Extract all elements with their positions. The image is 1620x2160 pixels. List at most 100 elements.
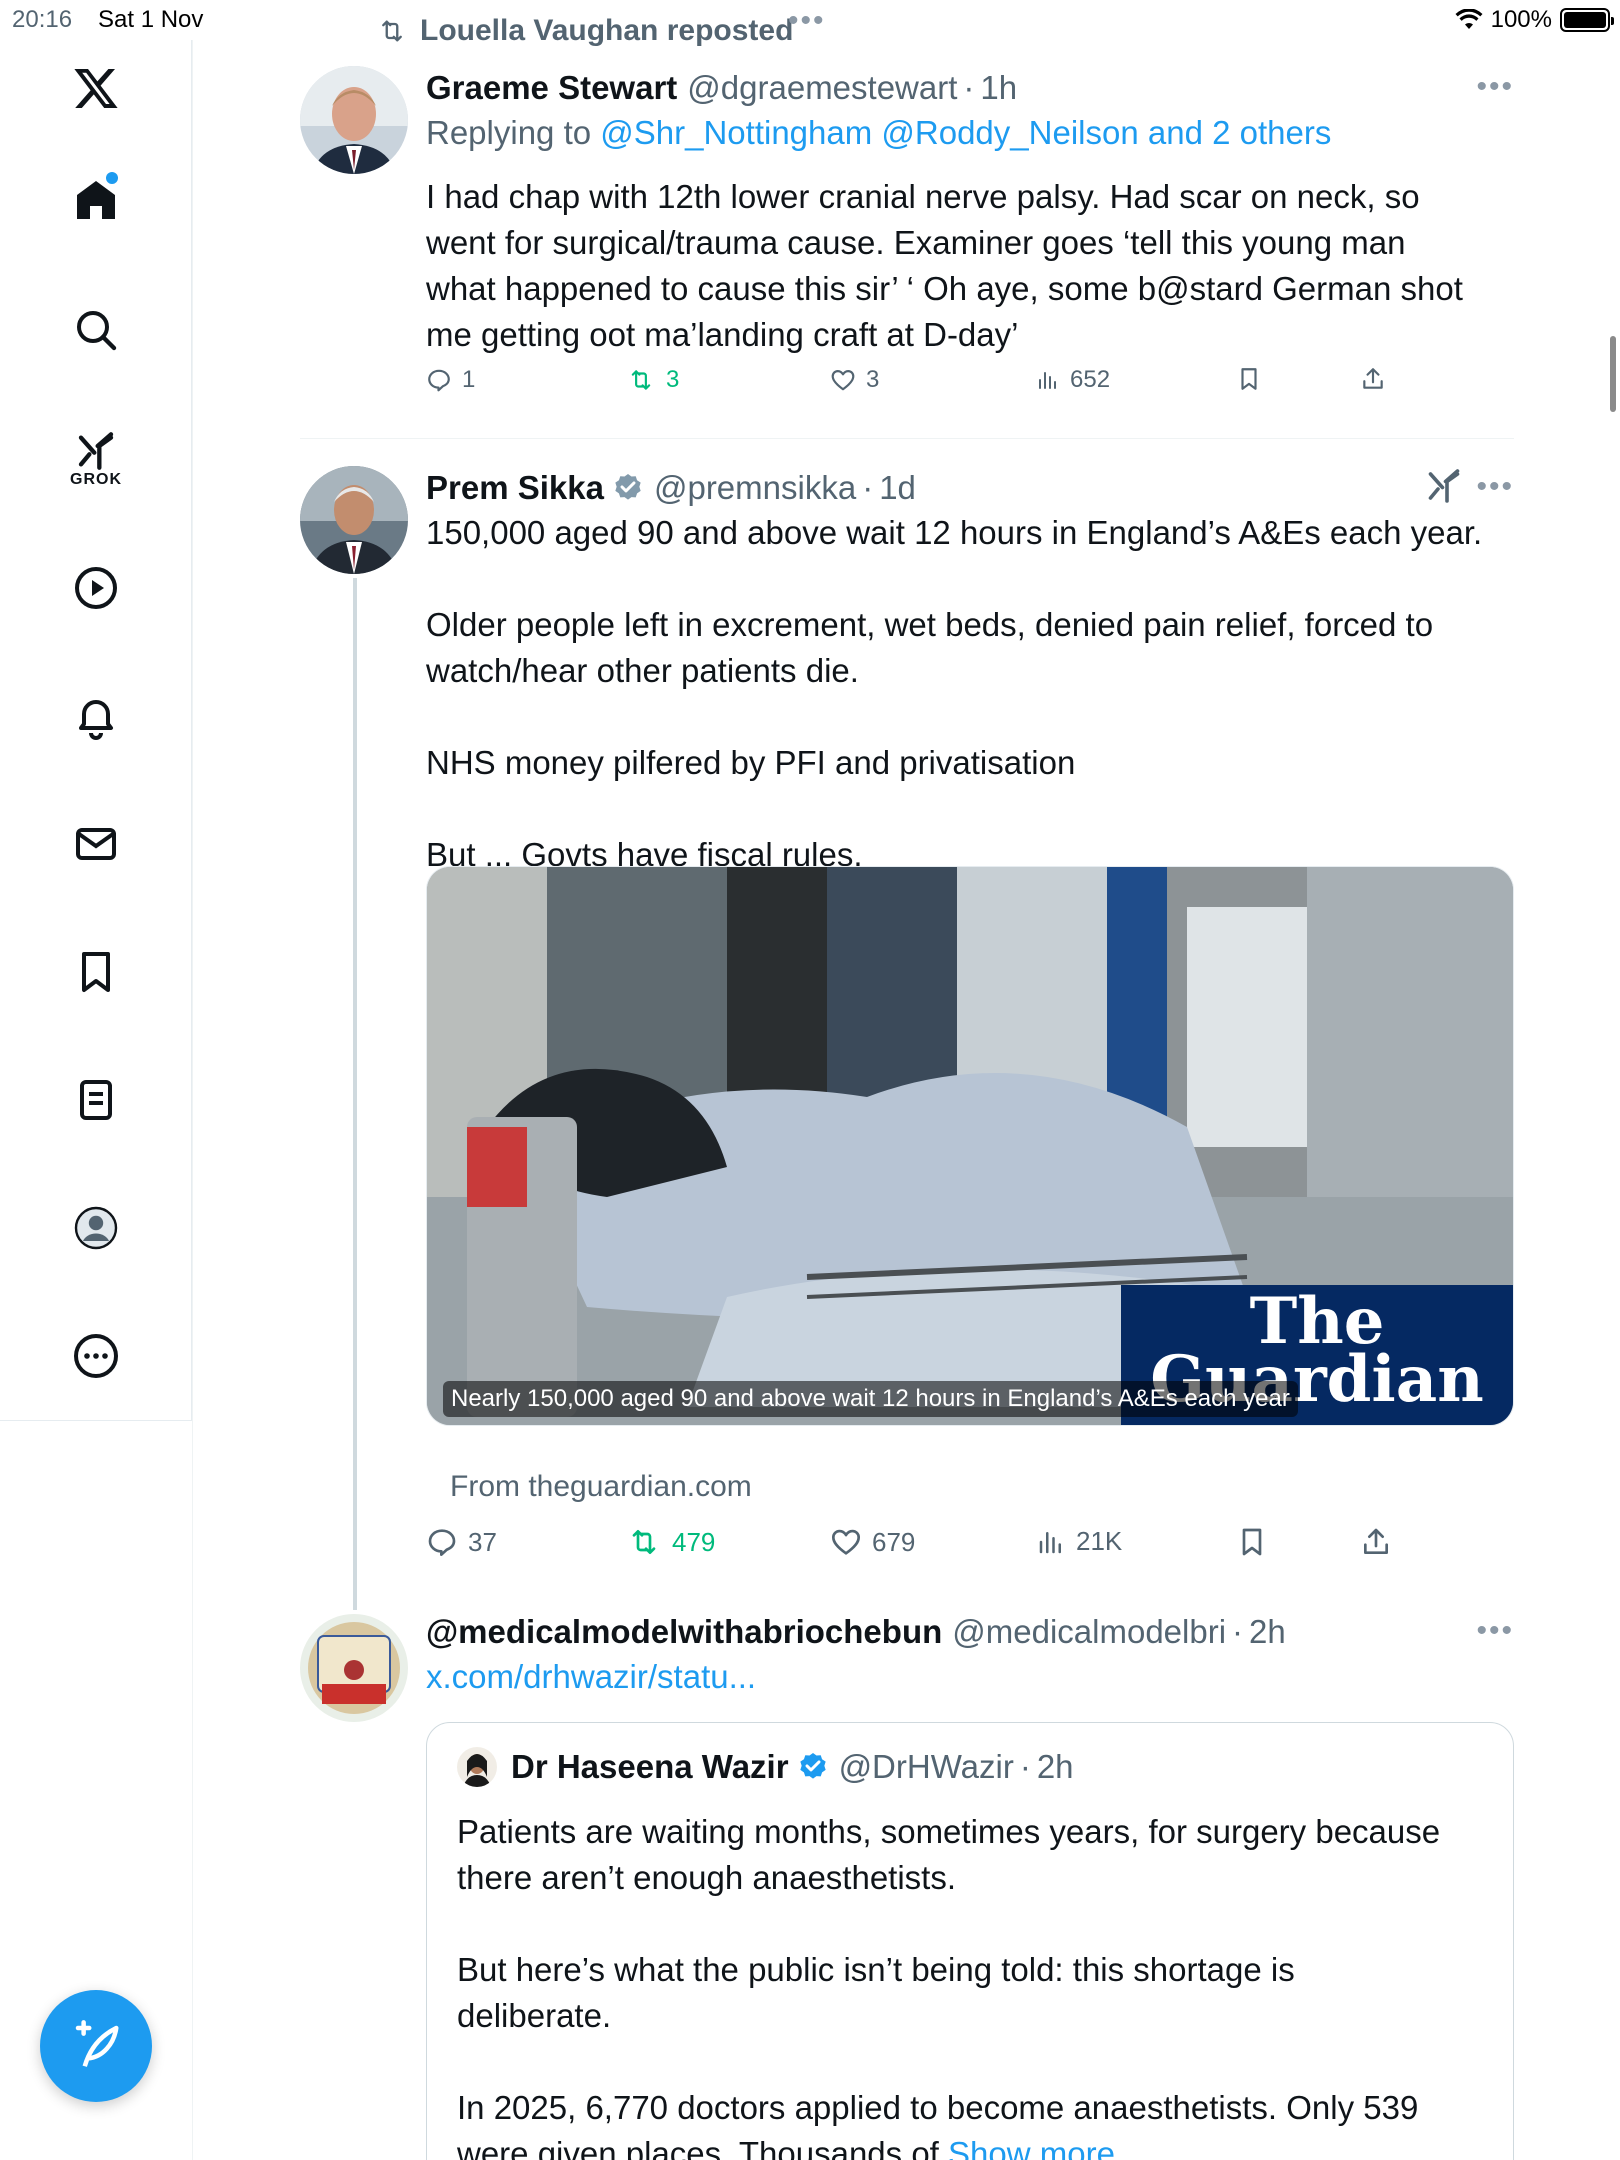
quoted-tweet-header: Dr Haseena Wazir @DrHWazir · 2h: [457, 1747, 1074, 1787]
repost-button[interactable]: 3: [626, 366, 679, 394]
tweet-link[interactable]: x.com/drhwazir/statu...: [426, 1658, 756, 1695]
author-handle[interactable]: @premnsikka: [654, 469, 856, 507]
post-time[interactable]: 2h: [1249, 1613, 1286, 1651]
quoted-tweet-body: Patients are waiting months, sometimes y…: [457, 1813, 1441, 2160]
replying-prefix: Replying to: [426, 114, 601, 151]
repost-indicator: Louella Vaughan reposted: [376, 14, 793, 48]
bookmark-icon: [1241, 368, 1257, 390]
bookmark-icon: [1242, 1528, 1262, 1556]
battery-icon: [1560, 8, 1614, 32]
reply-button[interactable]: 37: [426, 1526, 497, 1558]
post-time[interactable]: 1h: [980, 69, 1017, 107]
more-options-button[interactable]: •••: [1476, 1614, 1514, 1648]
compose-post-button[interactable]: [40, 1990, 152, 2102]
tweet-text: 150,000 aged 90 and above wait 12 hours …: [426, 514, 1483, 873]
heart-icon: [832, 1529, 860, 1555]
grok-icon[interactable]: GROK: [56, 420, 136, 500]
top-handle-dots: •••: [788, 4, 826, 37]
verified-badge-icon: [799, 1753, 826, 1779]
x-logo-icon[interactable]: [56, 48, 136, 128]
wifi-icon: [1455, 9, 1483, 29]
quoted-avatar[interactable]: [457, 1747, 497, 1787]
reply-icon: [428, 1529, 456, 1556]
show-more-link[interactable]: Show more: [948, 2135, 1115, 2160]
replying-to-users-link[interactable]: @Shr_Nottingham @Roddy_Neilson and 2 oth…: [600, 114, 1331, 151]
quoted-tweet[interactable]: Dr Haseena Wazir @DrHWazir · 2h Patients…: [426, 1722, 1514, 2160]
tweet-separator: [300, 438, 1514, 439]
home-notification-dot: [106, 172, 118, 184]
status-date: Sat 1 Nov: [98, 6, 204, 33]
view-count: 21K: [1076, 1526, 1123, 1556]
replying-to: Replying to @Shr_Nottingham @Roddy_Neils…: [426, 114, 1514, 164]
tweet-actions: 1 3 3 652: [426, 366, 1514, 406]
status-right: 100%: [1455, 6, 1614, 34]
quoted-author-name[interactable]: Dr Haseena Wazir: [511, 1748, 789, 1786]
author-handle[interactable]: @dgraemestewart: [687, 69, 957, 107]
link-card-caption: Nearly 150,000 aged 90 and above wait 12…: [443, 1381, 1298, 1417]
author-name[interactable]: Graeme Stewart: [426, 69, 677, 107]
mail-icon[interactable]: [56, 804, 136, 884]
scrollbar[interactable]: [1610, 336, 1616, 412]
status-time: 20:16: [12, 6, 73, 33]
compose-feather-icon: [75, 2020, 119, 2067]
repost-icon: [632, 1530, 656, 1554]
grok-explain-icon[interactable]: [1426, 466, 1462, 506]
more-options-icon[interactable]: [56, 1316, 136, 1396]
repost-label: Louella Vaughan reposted: [420, 14, 794, 47]
home-icon[interactable]: [56, 160, 136, 240]
repost-button[interactable]: 479: [626, 1526, 715, 1558]
more-options-button[interactable]: •••: [1476, 470, 1514, 504]
lists-icon[interactable]: [56, 1060, 136, 1140]
more-options-button[interactable]: •••: [1476, 70, 1514, 104]
profile-avatar-icon[interactable]: [56, 1188, 136, 1268]
author-handle[interactable]: @medicalmodelbri: [952, 1613, 1226, 1651]
grok-label: GROK: [70, 471, 122, 488]
repost-icon: [631, 370, 651, 390]
link-card-image[interactable]: The Guardian Nearly 150,000 aged 90 and …: [426, 866, 1514, 1426]
reply-count: 1: [462, 366, 476, 393]
share-button[interactable]: [1360, 1526, 1392, 1558]
like-button[interactable]: 679: [830, 1526, 915, 1558]
sidebar-divider: [0, 1420, 192, 1421]
bell-icon[interactable]: [56, 676, 136, 756]
bookmark-icon[interactable]: [56, 932, 136, 1012]
quoted-author-handle[interactable]: @DrHWazir: [839, 1748, 1014, 1786]
tweet-actions: 37 479 679 21K: [426, 1526, 1514, 1566]
play-video-icon[interactable]: [56, 548, 136, 628]
heart-icon: [831, 370, 855, 391]
bookmark-button[interactable]: [1236, 366, 1262, 392]
views-button[interactable]: 21K: [1036, 1526, 1122, 1557]
quoted-post-time[interactable]: 2h: [1037, 1748, 1074, 1786]
like-count: 679: [872, 1526, 916, 1557]
search-icon[interactable]: [56, 290, 136, 370]
share-icon: [1364, 1528, 1388, 1554]
share-button[interactable]: [1360, 366, 1386, 392]
author-name[interactable]: @medicalmodelwithabriochebun: [426, 1613, 942, 1651]
tweet-graeme-stewart[interactable]: Graeme Stewart @dgraemestewart · 1h ••• …: [300, 66, 1514, 406]
avatar[interactable]: [300, 1614, 408, 1722]
battery-percent: 100%: [1490, 6, 1552, 33]
avatar[interactable]: [300, 66, 408, 174]
bookmark-button[interactable]: [1236, 1526, 1268, 1558]
tweet-prem-sikka[interactable]: Prem Sikka @premnsikka · 1d ••• 150,000 …: [300, 466, 1514, 1566]
tweet-text: I had chap with 12th lower cranial nerve…: [426, 178, 1463, 353]
repost-icon: [382, 20, 402, 42]
sidebar: GROK: [0, 40, 192, 1421]
like-count: 3: [866, 366, 880, 393]
view-count: 652: [1070, 366, 1111, 393]
views-button[interactable]: 652: [1036, 366, 1110, 394]
avatar[interactable]: [300, 466, 408, 574]
quoted-tweet-text: Patients are waiting months, sometimes y…: [457, 1809, 1487, 2160]
reply-button[interactable]: 1: [426, 366, 475, 394]
share-icon: [1363, 368, 1383, 389]
like-button[interactable]: 3: [830, 366, 879, 394]
repost-count: 479: [672, 1526, 716, 1557]
views-icon: [1039, 372, 1056, 389]
author-name[interactable]: Prem Sikka: [426, 469, 604, 507]
repost-count: 3: [666, 366, 680, 393]
views-icon: [1039, 1531, 1061, 1553]
post-time[interactable]: 1d: [879, 469, 916, 507]
sidebar-border: [192, 40, 193, 2160]
link-source[interactable]: From theguardian.com: [450, 1470, 752, 1504]
verified-badge-icon: [615, 474, 641, 500]
